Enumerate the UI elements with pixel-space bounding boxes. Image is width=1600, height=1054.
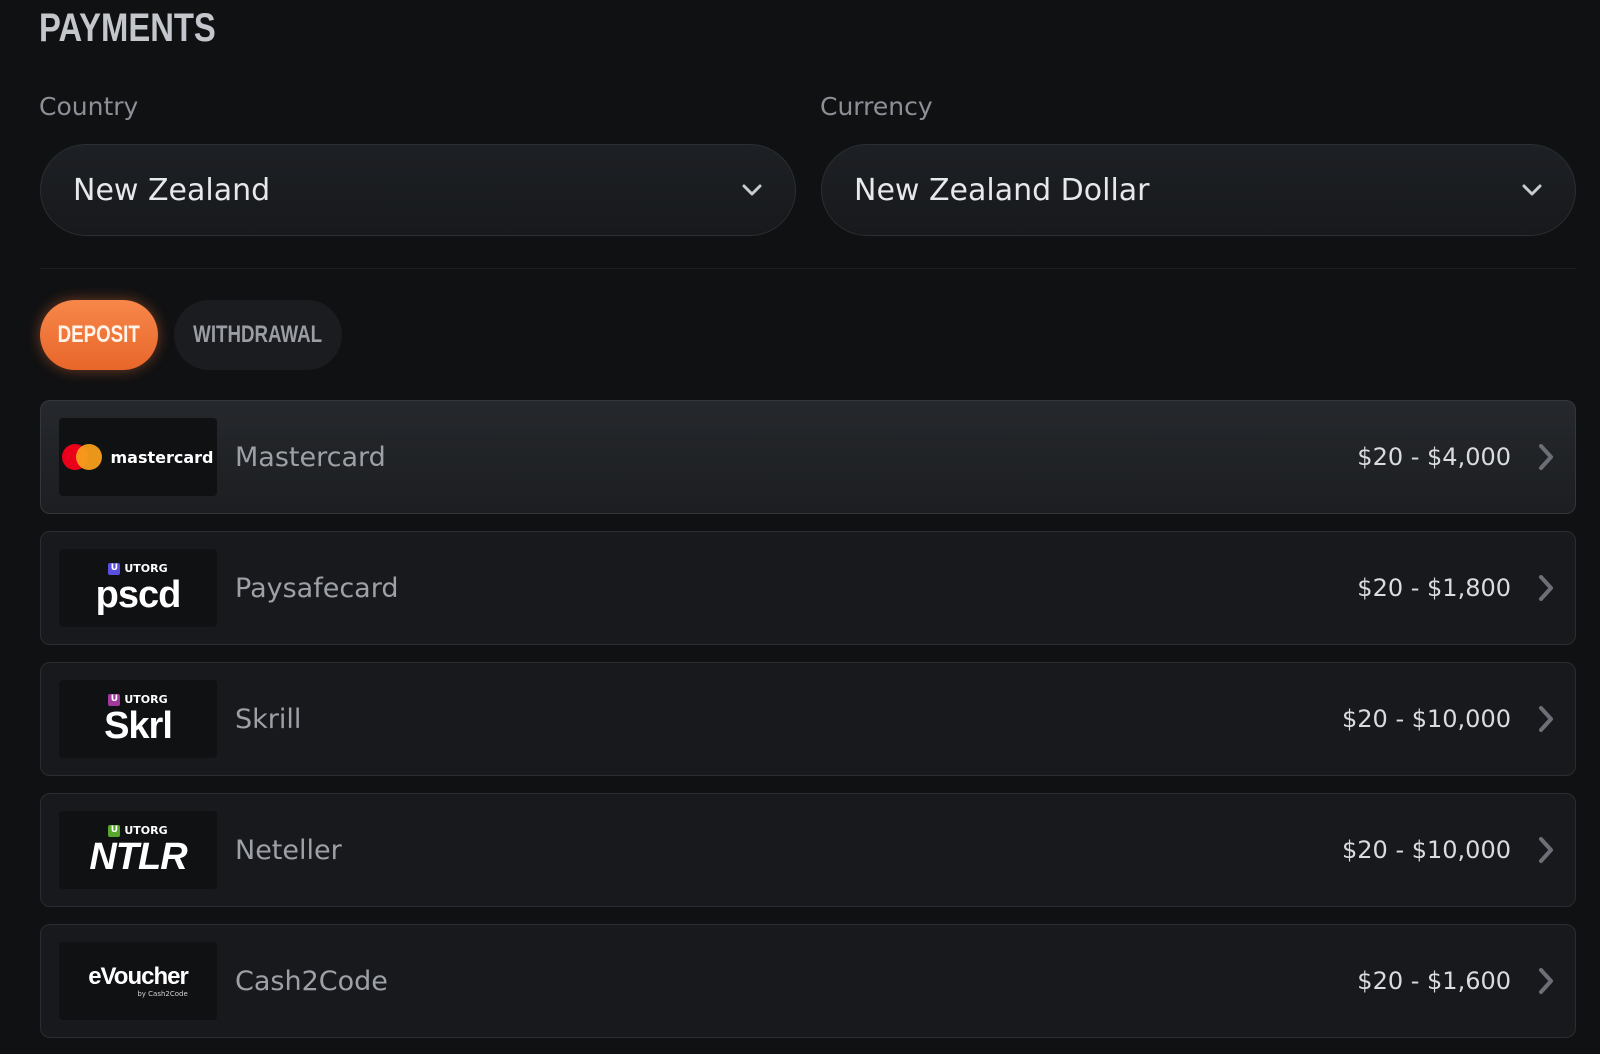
method-range: $20 - $4,000 xyxy=(1357,443,1511,471)
utorg-badge-icon: U xyxy=(108,693,121,706)
evoucher-logo-text: eVoucher xyxy=(88,962,189,990)
country-select[interactable]: New Zealand xyxy=(40,144,796,236)
skrill-logo-text: Skrl xyxy=(104,704,173,747)
page-title: PAYMENTS xyxy=(39,6,216,50)
tab-deposit[interactable]: DEPOSIT xyxy=(40,300,158,370)
method-name: Skrill xyxy=(235,703,302,735)
payment-methods-list: mastercard Mastercard $20 - $4,000 U UTO… xyxy=(40,400,1576,1054)
payment-method-skrill[interactable]: U UTORG Skrl Skrill $20 - $10,000 xyxy=(40,662,1576,776)
evoucher-logo-subtext: by Cash2Code xyxy=(137,989,188,998)
payments-page: PAYMENTS Country New Zealand Currency Ne… xyxy=(0,0,1600,1054)
currency-label: Currency xyxy=(820,92,933,121)
payment-method-mastercard[interactable]: mastercard Mastercard $20 - $4,000 xyxy=(40,400,1576,514)
chevron-down-icon xyxy=(1521,179,1543,201)
method-range: $20 - $1,800 xyxy=(1357,574,1511,602)
chevron-right-icon xyxy=(1535,704,1557,734)
paysafecard-logo-text: pscd xyxy=(95,573,182,616)
mastercard-logo-text: mastercard xyxy=(110,447,214,467)
chevron-right-icon xyxy=(1535,573,1557,603)
method-range: $20 - $1,600 xyxy=(1357,967,1511,995)
currency-select-value: New Zealand Dollar xyxy=(854,172,1150,208)
tab-withdrawal-label: WITHDRAWAL xyxy=(193,321,323,348)
utorg-brand: UTORG xyxy=(124,824,168,837)
neteller-logo-text: NTLR xyxy=(89,835,187,878)
utorg-brand: UTORG xyxy=(124,562,168,575)
chevron-down-icon xyxy=(741,179,763,201)
country-select-value: New Zealand xyxy=(73,172,271,208)
neteller-logo: U UTORG NTLR xyxy=(59,811,217,889)
payment-method-paysafecard[interactable]: U UTORG pscd Paysafecard $20 - $1,800 xyxy=(40,531,1576,645)
tab-withdrawal[interactable]: WITHDRAWAL xyxy=(174,300,342,370)
method-range: $20 - $10,000 xyxy=(1342,836,1511,864)
method-name: Mastercard xyxy=(235,441,386,473)
chevron-right-icon xyxy=(1535,966,1557,996)
utorg-brand: UTORG xyxy=(124,693,168,706)
chevron-right-icon xyxy=(1535,835,1557,865)
mastercard-circles-icon xyxy=(62,444,103,470)
skrill-logo: U UTORG Skrl xyxy=(59,680,217,758)
method-range: $20 - $10,000 xyxy=(1342,705,1511,733)
country-label: Country xyxy=(39,92,139,121)
method-name: Cash2Code xyxy=(235,965,388,997)
evoucher-logo: eVoucher by Cash2Code xyxy=(59,942,217,1020)
payment-method-cash2code[interactable]: eVoucher by Cash2Code Cash2Code $20 - $1… xyxy=(40,924,1576,1038)
divider xyxy=(40,268,1576,269)
payment-method-neteller[interactable]: U UTORG NTLR Neteller $20 - $10,000 xyxy=(40,793,1576,907)
paysafecard-logo: U UTORG pscd xyxy=(59,549,217,627)
utorg-badge-icon: U xyxy=(108,824,121,837)
tab-deposit-label: DEPOSIT xyxy=(57,321,141,348)
mastercard-logo: mastercard xyxy=(59,418,217,496)
utorg-badge-icon: U xyxy=(108,562,121,575)
method-name: Neteller xyxy=(235,834,342,866)
method-name: Paysafecard xyxy=(235,572,399,604)
currency-select[interactable]: New Zealand Dollar xyxy=(821,144,1576,236)
chevron-right-icon xyxy=(1535,442,1557,472)
